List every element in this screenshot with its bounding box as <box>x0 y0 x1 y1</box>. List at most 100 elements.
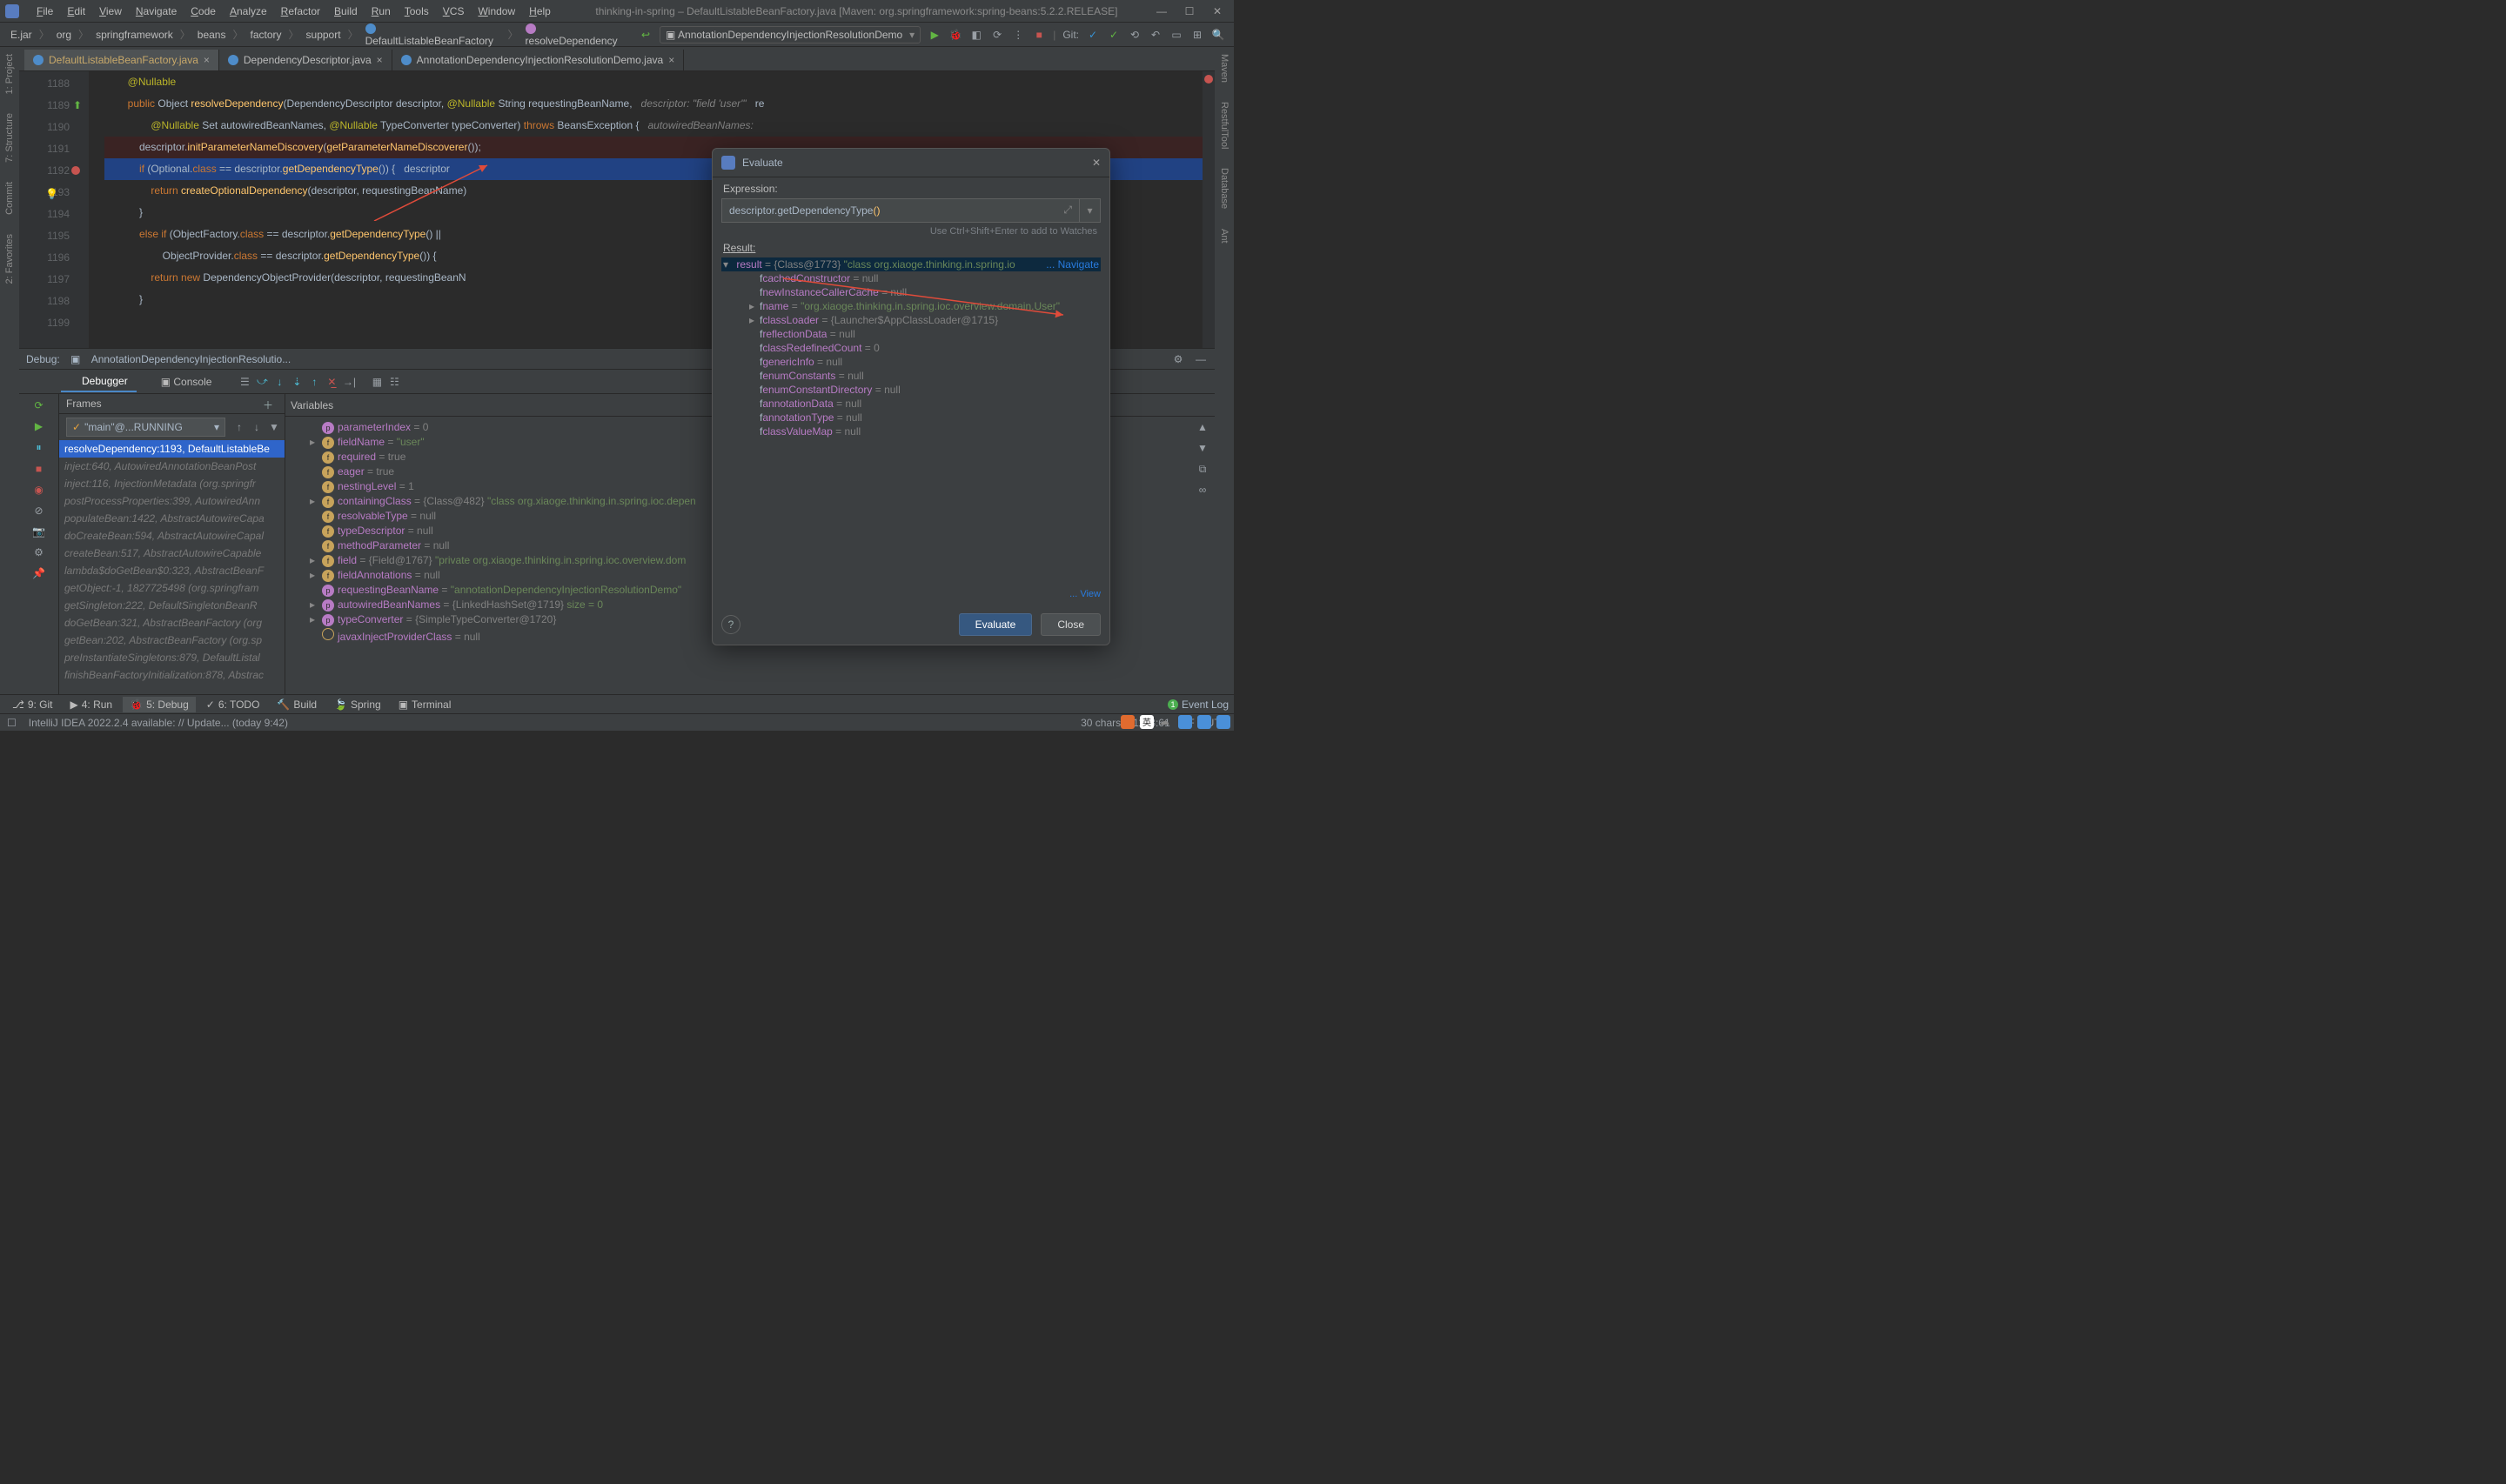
run-to-cursor-icon[interactable]: →| <box>342 375 356 389</box>
minimize-panel-icon[interactable]: — <box>1194 352 1208 366</box>
stack-frame[interactable]: getBean:202, AbstractBeanFactory (org.sp <box>59 632 285 649</box>
stack-frame[interactable]: inject:640, AutowiredAnnotationBeanPost <box>59 458 285 475</box>
force-step-into-icon[interactable]: ⇣ <box>290 375 304 389</box>
bottom-toolwindow-bar[interactable]: ⎇9: Git ▶4: Run🐞5: Debug✓6: TODO🔨Build🍃Sp… <box>0 694 1234 713</box>
run-config-selector[interactable]: ▣ AnnotationDependencyInjectionResolutio… <box>660 26 921 43</box>
scroll-down-icon[interactable]: ▼ <box>1196 441 1209 455</box>
window-controls[interactable]: — ☐ ✕ <box>1156 5 1223 17</box>
stack-frame[interactable]: createBean:517, AbstractAutowireCapable <box>59 545 285 562</box>
vcs-commit-icon[interactable]: ✓ <box>1107 28 1121 42</box>
menu-help[interactable]: Help <box>522 3 558 20</box>
vcs-revert-icon[interactable]: ↶ <box>1149 28 1163 42</box>
editor-tab[interactable]: AnnotationDependencyInjectionResolutionD… <box>392 50 685 70</box>
gear-icon[interactable]: ⚙ <box>1171 352 1185 366</box>
toolwindow-button[interactable]: ✓6: TODO <box>199 697 267 712</box>
menu-code[interactable]: Code <box>184 3 223 20</box>
stack-frame[interactable]: finishBeanFactoryInitialization:878, Abs… <box>59 666 285 684</box>
coverage-icon[interactable]: ◧ <box>969 28 983 42</box>
result-field[interactable]: fgenericInfo = null <box>721 355 1101 369</box>
breadcrumb-class[interactable]: DefaultListableBeanFactory <box>362 21 505 49</box>
dialog-close-icon[interactable]: ✕ <box>1092 157 1101 169</box>
stack-frame[interactable]: getObject:-1, 1827725498 (org.springfram <box>59 579 285 597</box>
prev-frame-icon[interactable]: ↑ <box>232 420 246 434</box>
stack-frame[interactable]: lambda$doGetBean$0:323, AbstractBeanF <box>59 562 285 579</box>
drop-frame-icon[interactable]: ✕̲ <box>325 375 338 389</box>
result-field[interactable]: ▸fclassLoader = {Launcher$AppClassLoader… <box>721 313 1101 327</box>
stop-icon[interactable]: ■ <box>1032 28 1046 42</box>
result-field[interactable]: fnewInstanceCallerCache = null <box>721 285 1101 299</box>
menu-analyze[interactable]: Analyze <box>223 3 274 20</box>
tab-debugger[interactable]: Debugger <box>61 371 137 392</box>
breadcrumb-item[interactable]: support <box>303 27 345 43</box>
toolwindow-button[interactable]: 🍃Spring <box>327 697 388 712</box>
rerun-icon[interactable]: ⟳ <box>34 399 43 411</box>
toolwindow-button[interactable]: ⎇9: Git <box>5 697 60 712</box>
stack-frame[interactable]: inject:116, InjectionMetadata (org.sprin… <box>59 475 285 492</box>
tray-icon[interactable] <box>1216 715 1230 729</box>
right-tool-strip[interactable]: MavenRestfulToolDatabaseAnt <box>1215 47 1234 710</box>
result-field[interactable]: freflectionData = null <box>721 327 1101 341</box>
filter-frames-icon[interactable]: ▼ <box>267 420 281 434</box>
stack-frame[interactable]: doGetBean:321, AbstractBeanFactory (org <box>59 614 285 632</box>
editor-tab[interactable]: DefaultListableBeanFactory.java× <box>24 50 219 70</box>
maximize-icon[interactable]: ☐ <box>1183 5 1196 17</box>
pause-icon[interactable]: ⏸ <box>36 441 41 454</box>
menu-build[interactable]: Build <box>327 3 365 20</box>
stop-debug-icon[interactable]: ■ <box>36 463 42 475</box>
toolwindow-button[interactable]: 🐞5: Debug <box>123 697 196 712</box>
get-thread-dump-icon[interactable]: 📷 <box>32 525 45 538</box>
stack-frame[interactable]: populateBean:1422, AbstractAutowireCapa <box>59 510 285 527</box>
stack-frame[interactable]: resolveDependency:1193, DefaultListableB… <box>59 440 285 458</box>
resume-icon[interactable]: ▶ <box>35 420 43 432</box>
tool-button[interactable]: Commit <box>4 178 15 218</box>
error-stripe[interactable] <box>1203 71 1215 348</box>
tool-button[interactable]: Database <box>1219 164 1230 212</box>
threads-icon[interactable]: ☰ <box>238 375 251 389</box>
settings-debug-icon[interactable]: ⚙ <box>34 546 44 558</box>
menu-run[interactable]: Run <box>365 3 398 20</box>
run-icon[interactable]: ▶ <box>928 28 941 42</box>
run-toolbar[interactable]: ↩ ▣ AnnotationDependencyInjectionResolut… <box>630 26 1234 43</box>
tool-button[interactable]: 2: Favorites <box>4 231 15 287</box>
result-field[interactable]: fenumConstantDirectory = null <box>721 383 1101 397</box>
result-field[interactable]: fannotationData = null <box>721 397 1101 411</box>
minimize-icon[interactable]: — <box>1156 5 1168 17</box>
result-field[interactable]: fenumConstants = null <box>721 369 1101 383</box>
add-watch-icon[interactable]: ＋ <box>263 398 273 412</box>
toolwindow-button[interactable]: ▣Terminal <box>392 697 459 712</box>
view-breakpoints-icon[interactable]: ◉ <box>34 484 43 496</box>
next-frame-icon[interactable]: ↓ <box>250 420 264 434</box>
result-field[interactable]: fclassValueMap = null <box>721 424 1101 438</box>
result-tree[interactable]: ▾ result = {Class@1773} "class org.xiaog… <box>718 256 1104 584</box>
left-tool-strip[interactable]: 1: Project7: StructureCommit2: Favorites <box>0 47 19 710</box>
link-icon[interactable]: ∞ <box>1196 483 1209 497</box>
toolwindow-button[interactable]: ▶4: Run <box>64 697 120 712</box>
tray-icon[interactable] <box>1197 715 1211 729</box>
ime-icon[interactable]: 英 <box>1140 715 1154 729</box>
breadcrumb-item[interactable]: org <box>53 27 75 43</box>
frames-list[interactable]: resolveDependency:1193, DefaultListableB… <box>59 440 285 710</box>
status-message[interactable]: IntelliJ IDEA 2022.2.4 available: // Upd… <box>29 717 288 729</box>
mute-breakpoints-icon[interactable]: ⊘ <box>34 505 43 517</box>
menu-tools[interactable]: Tools <box>398 3 436 20</box>
tab-console[interactable]: ▣ Console <box>140 372 221 391</box>
close-tab-icon[interactable]: × <box>204 54 210 66</box>
stack-frame[interactable]: preInstantiateSingletons:879, DefaultLis… <box>59 649 285 666</box>
tray-icon[interactable] <box>1178 715 1192 729</box>
result-field[interactable]: fcachedConstructor = null <box>721 271 1101 285</box>
expression-input[interactable]: descriptor.getDependencyType()⤢ <box>721 198 1080 223</box>
step-over-icon[interactable]: ⤻ <box>255 375 269 389</box>
close-tab-icon[interactable]: × <box>377 54 383 66</box>
stack-frame[interactable]: doCreateBean:594, AbstractAutowireCapal <box>59 527 285 545</box>
toolwindow-button[interactable]: 🔨Build <box>270 697 324 712</box>
editor-gutter[interactable]: 11881189⬆1190119111921193119411951196119… <box>19 71 89 348</box>
vcs-push-icon[interactable]: ▭ <box>1169 28 1183 42</box>
menu-view[interactable]: View <box>92 3 129 20</box>
scroll-up-icon[interactable]: ▲ <box>1196 420 1209 434</box>
help-icon[interactable]: ? <box>721 615 740 634</box>
tool-button[interactable]: RestfulTool <box>1219 98 1230 152</box>
breadcrumb-method[interactable]: resolveDependency <box>522 21 630 49</box>
editor-tab[interactable]: DependencyDescriptor.java× <box>219 50 392 70</box>
copy-icon[interactable]: ⧉ <box>1196 462 1209 476</box>
tool-button[interactable]: Maven <box>1219 50 1230 86</box>
